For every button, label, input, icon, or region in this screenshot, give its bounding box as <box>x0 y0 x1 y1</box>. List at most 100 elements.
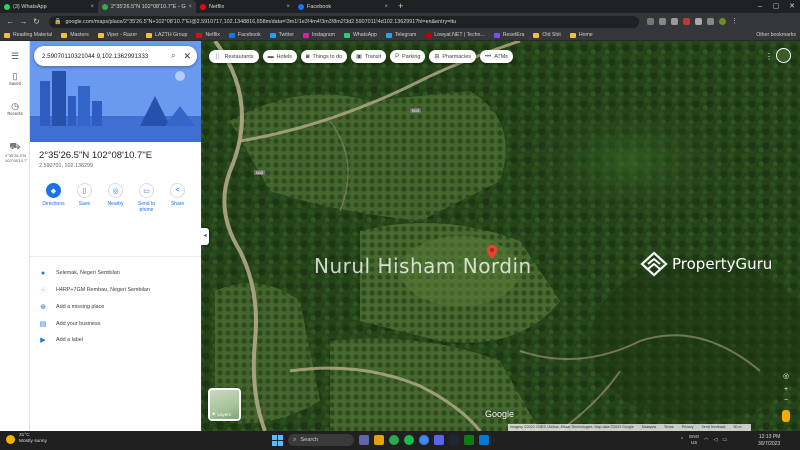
info-row[interactable]: ▤ Add your business <box>30 317 201 331</box>
bookmark-star-icon[interactable] <box>671 18 678 25</box>
close-window-icon[interactable]: ✕ <box>784 0 800 13</box>
url-text: google.com/maps/place/2°35'26.5"N+102°08… <box>65 18 457 25</box>
forward-icon[interactable]: → <box>17 17 30 26</box>
other-bookmarks[interactable]: Other bookmarks <box>756 30 796 41</box>
bookmark-label: Old Shit <box>542 32 561 38</box>
windows-start-icon[interactable] <box>272 434 283 446</box>
attribution-item[interactable]: Privacy <box>682 425 694 429</box>
browser-tab[interactable]: 2°35'26.5"N 102°08'10.7"E - Goo × <box>98 0 196 13</box>
save-button[interactable]: ▯ Save <box>71 182 99 256</box>
share-button[interactable]: < Share <box>164 182 192 256</box>
bookmark-item[interactable]: ResetEra <box>493 32 524 38</box>
profile-avatar[interactable] <box>719 18 726 25</box>
taskbar-search[interactable]: ⌕ Search <box>288 434 354 446</box>
extensions-icon[interactable] <box>695 18 702 25</box>
search-icon[interactable]: ⌕ <box>171 51 175 61</box>
chip-hotels[interactable]: ▬ Hotels <box>262 50 297 63</box>
chip-transit[interactable]: ▣ Transit <box>351 50 387 63</box>
store-icon[interactable] <box>479 435 489 445</box>
adblock-icon[interactable] <box>683 18 690 25</box>
place-actions: ◆ Directions ▯ Save ◎ Nearby ▭ Send to phone < Sh… <box>30 182 201 257</box>
clock[interactable]: 12:13 PM 30/7/2023 <box>758 434 780 447</box>
chip-parking[interactable]: P Parking <box>390 50 426 63</box>
file-explorer-icon[interactable] <box>374 435 384 445</box>
apps-grid-icon[interactable]: ⋮ <box>765 52 773 61</box>
share-page-icon[interactable] <box>659 18 666 25</box>
bookmark-item[interactable]: Viper - Razer <box>97 32 137 38</box>
send-to-phone-button[interactable]: ▭ Send to phone <box>133 182 161 256</box>
maximize-icon[interactable]: ▢ <box>768 0 784 13</box>
bookmark-item[interactable]: Lowyat.NET | Techn... <box>425 32 485 38</box>
close-tab-icon[interactable]: × <box>286 4 290 10</box>
attribution-item[interactable]: Send feedback <box>701 425 725 429</box>
battery-icon[interactable]: ▭ <box>722 437 727 443</box>
new-tab-icon[interactable]: + <box>392 0 409 13</box>
info-row[interactable]: ▶ Add a label <box>30 333 201 347</box>
bookmark-item[interactable]: Facebook <box>228 32 261 38</box>
back-icon[interactable]: ← <box>4 17 17 26</box>
bookmark-item[interactable]: Reading Material <box>4 32 52 38</box>
bookmark-item[interactable]: Instagram <box>302 32 336 38</box>
rail-saved[interactable]: ▯ Saved <box>0 71 30 86</box>
weather-widget[interactable]: 31°C Mostly sunny <box>6 433 47 445</box>
browser-tab[interactable]: Netflix × <box>196 0 294 13</box>
bookmark-item[interactable]: Twitter <box>269 32 294 38</box>
chrome-icon[interactable] <box>419 435 429 445</box>
zoom-in-button[interactable]: + <box>781 385 791 395</box>
attribution-item[interactable]: Malaysia <box>642 425 656 429</box>
my-location-icon[interactable]: ◎ <box>781 372 791 382</box>
xbox-icon[interactable] <box>464 435 474 445</box>
language-indicator[interactable]: ENG US <box>689 434 699 445</box>
close-tab-icon[interactable]: × <box>384 4 388 10</box>
layers-button[interactable]: ◈ Layers <box>208 388 241 421</box>
close-tab-icon[interactable]: × <box>90 4 94 10</box>
sidebar-icon[interactable] <box>707 18 714 25</box>
address-bar[interactable]: 🔒 google.com/maps/place/2°35'26.5"N+102°… <box>49 15 639 28</box>
chip-restaurants[interactable]: 🍴 Restaurants <box>209 50 259 63</box>
reload-icon[interactable]: ↻ <box>30 17 43 26</box>
menu-icon[interactable]: ⋮ <box>731 18 738 25</box>
bookmark-item[interactable]: Old Shit <box>533 32 561 38</box>
bookmark-item[interactable]: WhatsApp <box>344 32 377 38</box>
collapse-panel-button[interactable]: ◂ <box>201 228 209 245</box>
chip-pharmacies[interactable]: ⊞ Pharmacies <box>429 50 476 63</box>
edge-icon[interactable] <box>389 435 399 445</box>
info-row[interactable]: ⊕ Add a missing place <box>30 300 201 314</box>
rail-recents[interactable]: ◷ Recents <box>0 101 30 116</box>
chevron-up-icon[interactable]: ⌃ <box>680 437 684 443</box>
hamburger-menu[interactable]: ☰ <box>0 51 30 61</box>
zoom-out-button[interactable]: − <box>781 396 791 406</box>
browser-tab[interactable]: (3) WhatsApp × <box>0 0 98 13</box>
action-label: Share <box>170 201 185 207</box>
wifi-icon[interactable]: ◠ <box>704 437 708 443</box>
bookmark-label: Instagram <box>311 32 336 38</box>
search-input[interactable] <box>42 52 167 60</box>
discord-icon[interactable] <box>434 435 444 445</box>
bookmark-item[interactable]: LAZTH Group <box>146 32 187 38</box>
pegman-icon[interactable] <box>782 410 790 422</box>
bookmark-folder-icon <box>146 32 153 38</box>
volume-icon[interactable]: ◁ <box>714 437 718 443</box>
bookmark-item[interactable]: Telegram <box>385 32 416 38</box>
browser-tab[interactable]: Facebook × <box>294 0 392 13</box>
bookmark-item[interactable]: Masters <box>61 32 89 38</box>
chip-things-to-do[interactable]: ◙ Things to do <box>300 50 348 63</box>
directions-button[interactable]: ◆ Directions <box>40 182 68 256</box>
account-avatar[interactable] <box>776 48 791 63</box>
steam-icon[interactable] <box>449 435 459 445</box>
clock-time: 12:13 PM <box>758 434 781 440</box>
attribution-item[interactable]: Terms <box>664 425 674 429</box>
pharmacy-icon: ⊞ <box>434 54 440 60</box>
nearby-button[interactable]: ◎ Nearby <box>102 182 130 256</box>
bookmark-item[interactable]: Home <box>569 32 593 38</box>
spotify-icon[interactable] <box>404 435 414 445</box>
chip-atms[interactable]: ••• ATMs <box>479 50 513 63</box>
teams-icon[interactable] <box>359 435 369 445</box>
location-icon[interactable] <box>647 18 654 25</box>
minimize-icon[interactable]: – <box>752 0 768 13</box>
close-tab-icon[interactable]: × <box>188 4 192 10</box>
close-icon[interactable]: ✕ <box>183 51 191 62</box>
recent-place-thumbnail[interactable]: ⛟ 2°35'26.5"N 102°08'10.7" <box>5 141 28 163</box>
lock-icon[interactable]: 🔒 <box>54 18 61 25</box>
bookmark-item[interactable]: Netflix <box>196 32 220 38</box>
